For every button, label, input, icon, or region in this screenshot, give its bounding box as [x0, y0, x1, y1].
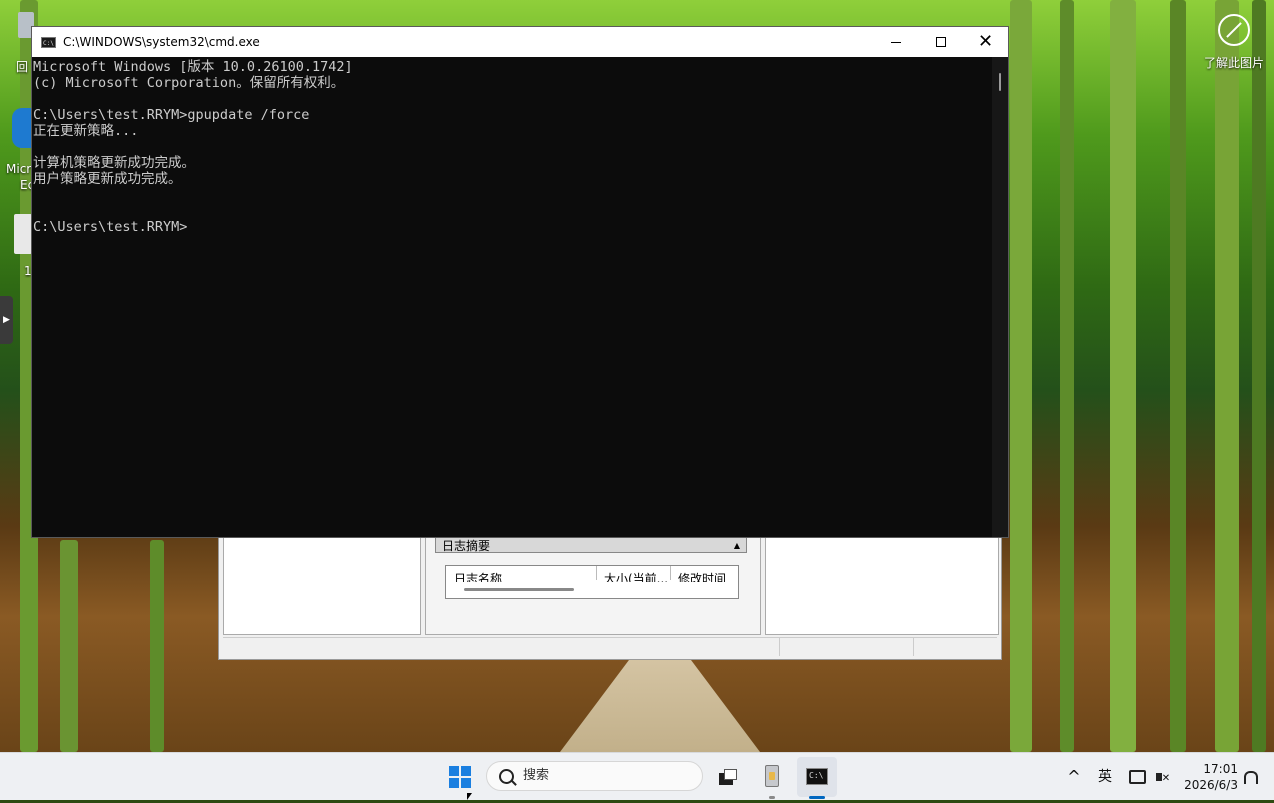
- desktop-icon-label[interactable]: Micr: [6, 162, 31, 176]
- desktop-icon-label[interactable]: 回: [16, 58, 28, 75]
- maximize-button[interactable]: [918, 27, 963, 57]
- column-divider[interactable]: [596, 566, 597, 580]
- task-view-icon: [719, 769, 737, 785]
- scrollbar-thumb[interactable]: [999, 73, 1001, 91]
- event-viewer-window: 日志摘要 ▲ 日志名称 大小(当前... 修改时间: [218, 520, 1002, 660]
- vertical-scrollbar[interactable]: [992, 57, 1008, 537]
- edge-icon[interactable]: [12, 108, 32, 148]
- column-header-modified[interactable]: 修改时间: [678, 570, 728, 582]
- mouse-pointer-icon: [467, 793, 472, 800]
- windows-logo-icon: [449, 766, 471, 788]
- log-summary-header[interactable]: 日志摘要 ▲: [435, 537, 747, 553]
- column-header-size[interactable]: 大小(当前...: [604, 570, 668, 582]
- show-hidden-icons-chevron-icon[interactable]: ^: [1064, 753, 1084, 801]
- console-line: (c) Microsoft Corporation。保留所有权利。: [33, 75, 345, 91]
- notification-bell-icon[interactable]: [1242, 753, 1260, 801]
- learn-about-picture-label: 了解此图片: [1203, 56, 1264, 70]
- console-line: C:\Users\test.RRYM>gpupdate /force: [33, 107, 310, 123]
- window-title: C:\WINDOWS\system32\cmd.exe: [63, 35, 260, 49]
- taskbar: 搜索 C:\ ^ 英 ✕ 17:01 2026/6/3: [0, 752, 1274, 800]
- console-line: 正在更新策略...: [33, 123, 139, 139]
- clock-time: 17:01: [1203, 762, 1238, 776]
- tree-pane[interactable]: [223, 537, 421, 635]
- console-output[interactable]: Microsoft Windows [版本 10.0.26100.1742] (…: [32, 57, 992, 537]
- title-bar[interactable]: C:\ C:\WINDOWS\system32\cmd.exe ✕: [32, 27, 1008, 57]
- camera-info-icon: [1218, 14, 1250, 46]
- minimize-button[interactable]: [873, 27, 918, 57]
- console-line: 用户策略更新成功完成。: [33, 171, 182, 187]
- taskbar-app-cmd[interactable]: C:\: [797, 757, 837, 799]
- start-button[interactable]: [440, 757, 480, 797]
- search-placeholder: 搜索: [523, 768, 550, 783]
- column-header-log-name[interactable]: 日志名称: [454, 570, 594, 582]
- file-icon[interactable]: [14, 214, 32, 254]
- clock[interactable]: 17:01 2026/6/3: [1182, 761, 1238, 793]
- search-icon: [499, 769, 514, 784]
- console-line: 计算机策略更新成功完成。: [33, 155, 195, 171]
- console-prompt[interactable]: C:\Users\test.RRYM>: [33, 219, 992, 235]
- task-view-button[interactable]: [707, 757, 747, 797]
- taskbar-app-event-viewer[interactable]: [752, 757, 792, 799]
- network-icon[interactable]: [1128, 753, 1146, 801]
- active-indicator: [809, 796, 825, 799]
- status-bar: [223, 637, 997, 658]
- search-box[interactable]: 搜索: [486, 761, 703, 791]
- clock-date: 2026/6/3: [1184, 778, 1238, 792]
- horizontal-scrollbar[interactable]: [464, 588, 574, 591]
- console-line: Microsoft Windows [版本 10.0.26100.1742]: [33, 59, 353, 75]
- cmd-app-icon[interactable]: C:\: [41, 37, 56, 48]
- column-divider[interactable]: [670, 566, 671, 580]
- running-indicator: [769, 796, 775, 799]
- widgets-expand-handle[interactable]: ▶: [0, 296, 13, 344]
- event-viewer-icon: [765, 765, 779, 787]
- log-summary-title: 日志摘要: [442, 539, 491, 553]
- collapse-icon[interactable]: ▲: [734, 538, 740, 554]
- log-summary-table[interactable]: 日志名称 大小(当前... 修改时间: [445, 565, 739, 599]
- close-button[interactable]: ✕: [963, 27, 1008, 57]
- ime-indicator[interactable]: 英: [1094, 753, 1116, 801]
- learn-about-picture[interactable]: 了解此图片: [1198, 14, 1270, 71]
- volume-muted-icon[interactable]: ✕: [1154, 753, 1172, 801]
- actions-pane[interactable]: [765, 537, 999, 635]
- cmd-icon: C:\: [806, 768, 828, 785]
- cmd-window[interactable]: C:\ C:\WINDOWS\system32\cmd.exe ✕ Micros…: [31, 26, 1009, 538]
